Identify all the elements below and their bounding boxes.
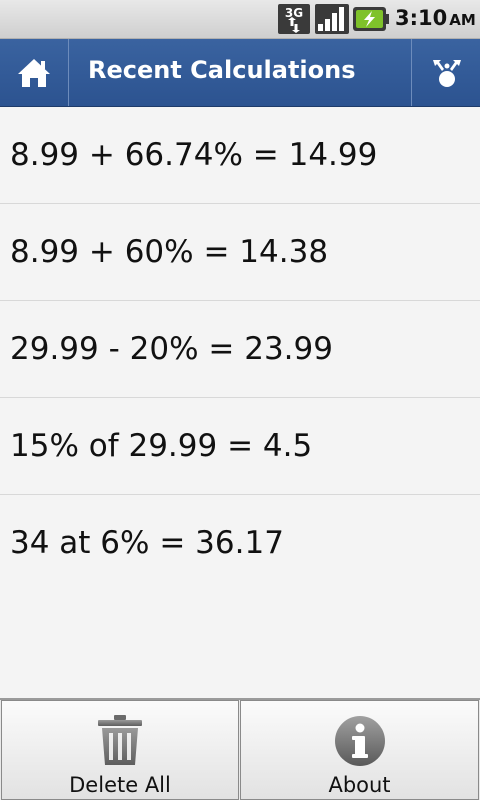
delete-all-button[interactable]: Delete All xyxy=(1,700,239,800)
calculation-item[interactable]: 15% of 29.99 = 4.5 xyxy=(0,398,480,495)
share-icon xyxy=(432,59,461,87)
about-label: About xyxy=(328,773,391,797)
network-3g-icon: 3G xyxy=(278,4,310,34)
share-button[interactable] xyxy=(411,39,480,106)
home-icon xyxy=(18,58,50,87)
trash-icon xyxy=(98,715,142,765)
signal-strength-icon xyxy=(315,4,349,34)
about-button[interactable]: About xyxy=(240,700,479,800)
delete-all-label: Delete All xyxy=(69,773,171,797)
page-title: Recent Calculations xyxy=(88,56,356,84)
svg-text:3G: 3G xyxy=(285,6,303,20)
action-bar: Recent Calculations xyxy=(0,39,480,107)
calculation-item[interactable]: 8.99 + 66.74% = 14.99 xyxy=(0,107,480,204)
status-time: 3:10 AM xyxy=(395,6,476,30)
calculation-item[interactable]: 8.99 + 60% = 14.38 xyxy=(0,204,480,301)
info-icon xyxy=(334,716,385,766)
calculation-item[interactable]: 34 at 6% = 36.17 xyxy=(0,495,480,591)
options-menu: Delete All About xyxy=(0,698,480,800)
battery-charging-icon xyxy=(353,7,389,31)
home-button[interactable] xyxy=(0,39,69,106)
recent-calculations-list: 8.99 + 66.74% = 14.99 8.99 + 60% = 14.38… xyxy=(0,107,480,591)
calculation-item[interactable]: 29.99 - 20% = 23.99 xyxy=(0,301,480,398)
status-bar: 3G 3:10 AM xyxy=(0,0,480,39)
